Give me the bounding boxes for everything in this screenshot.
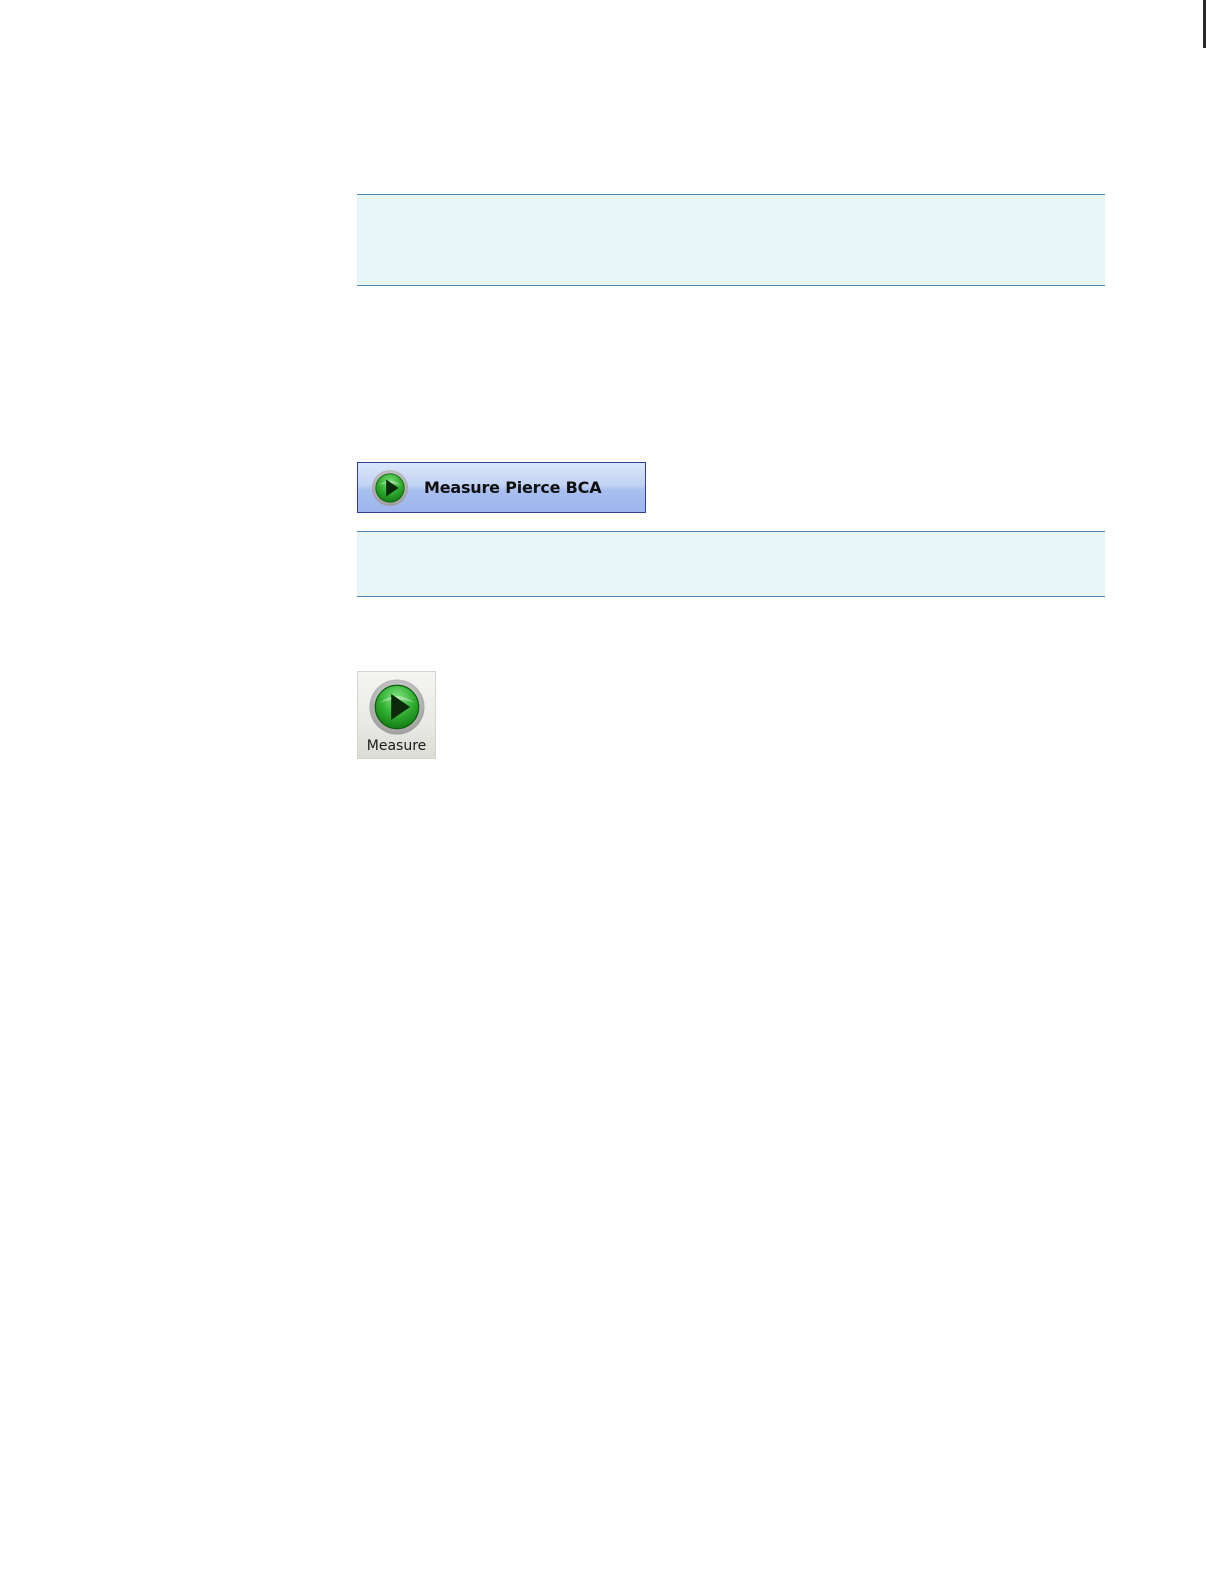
note-box	[357, 531, 1105, 597]
note-box	[357, 194, 1105, 286]
play-icon	[369, 679, 425, 735]
measure-pierce-bca-button[interactable]: Measure Pierce BCA	[357, 462, 646, 513]
play-icon	[371, 469, 409, 506]
measure-pierce-bca-label: Measure Pierce BCA	[424, 478, 602, 497]
measure-button[interactable]: Measure	[357, 671, 436, 759]
page-edge-rule	[1203, 0, 1206, 48]
measure-label: Measure	[366, 738, 427, 754]
